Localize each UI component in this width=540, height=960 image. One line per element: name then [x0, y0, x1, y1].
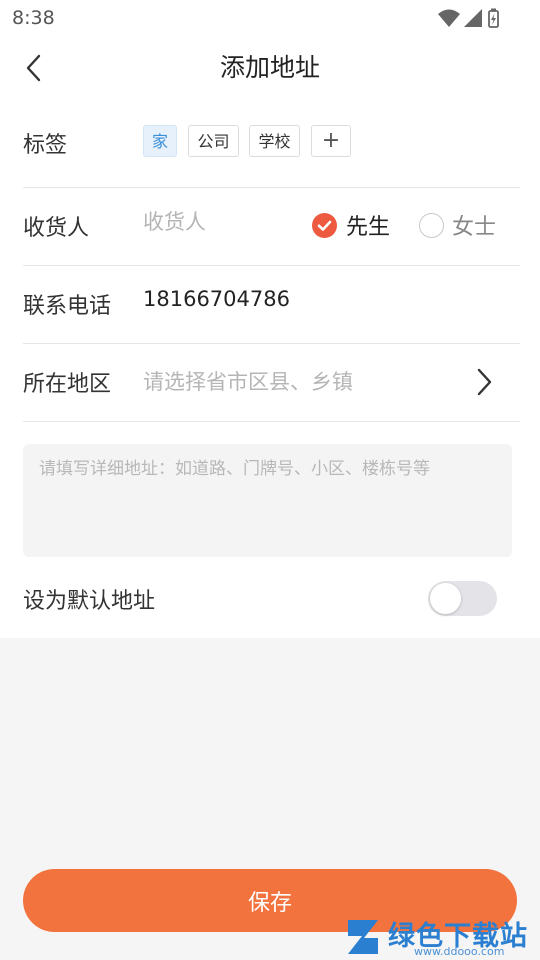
watermark-logo-icon: [348, 920, 378, 954]
check-icon: [317, 220, 332, 231]
status-icons: [438, 8, 499, 28]
radio-mr-label[interactable]: 先生: [346, 209, 390, 241]
tag-company[interactable]: 公司: [188, 125, 239, 157]
add-tag-button[interactable]: +: [311, 125, 351, 157]
tags-label: 标签: [23, 133, 68, 158]
phone-input[interactable]: 18166704786: [143, 287, 290, 311]
signal-icon: [464, 9, 482, 27]
address-detail-textarea[interactable]: [23, 444, 512, 557]
watermark-subtitle: www.ddooo.com: [414, 945, 505, 958]
divider: [23, 265, 520, 266]
status-bar: 8:38: [0, 0, 540, 36]
wifi-icon: [438, 9, 460, 27]
receiver-label: 收货人: [23, 216, 90, 241]
divider: [23, 187, 520, 188]
tag-home[interactable]: 家: [143, 125, 177, 157]
region-selector[interactable]: 请选择省市区县、乡镇: [143, 366, 353, 396]
chevron-left-icon: [26, 54, 41, 82]
radio-ms-label[interactable]: 女士: [452, 209, 496, 241]
phone-label: 联系电话: [23, 294, 112, 319]
chevron-right-icon[interactable]: [472, 366, 496, 398]
radio-ms[interactable]: [419, 213, 444, 238]
plus-icon: +: [321, 128, 341, 153]
radio-mr[interactable]: [312, 213, 337, 238]
tag-school[interactable]: 学校: [249, 125, 300, 157]
region-label: 所在地区: [23, 372, 112, 397]
toggle-knob: [430, 583, 461, 614]
battery-icon: [488, 8, 499, 28]
back-button[interactable]: [14, 48, 54, 88]
divider: [23, 421, 520, 422]
watermark: 绿色下载站 www.ddooo.com: [342, 910, 540, 960]
default-address-label: 设为默认地址: [23, 589, 156, 614]
status-time: 8:38: [12, 7, 55, 29]
receiver-name-input[interactable]: [143, 205, 293, 239]
default-address-toggle[interactable]: [428, 581, 497, 616]
divider: [23, 343, 520, 344]
